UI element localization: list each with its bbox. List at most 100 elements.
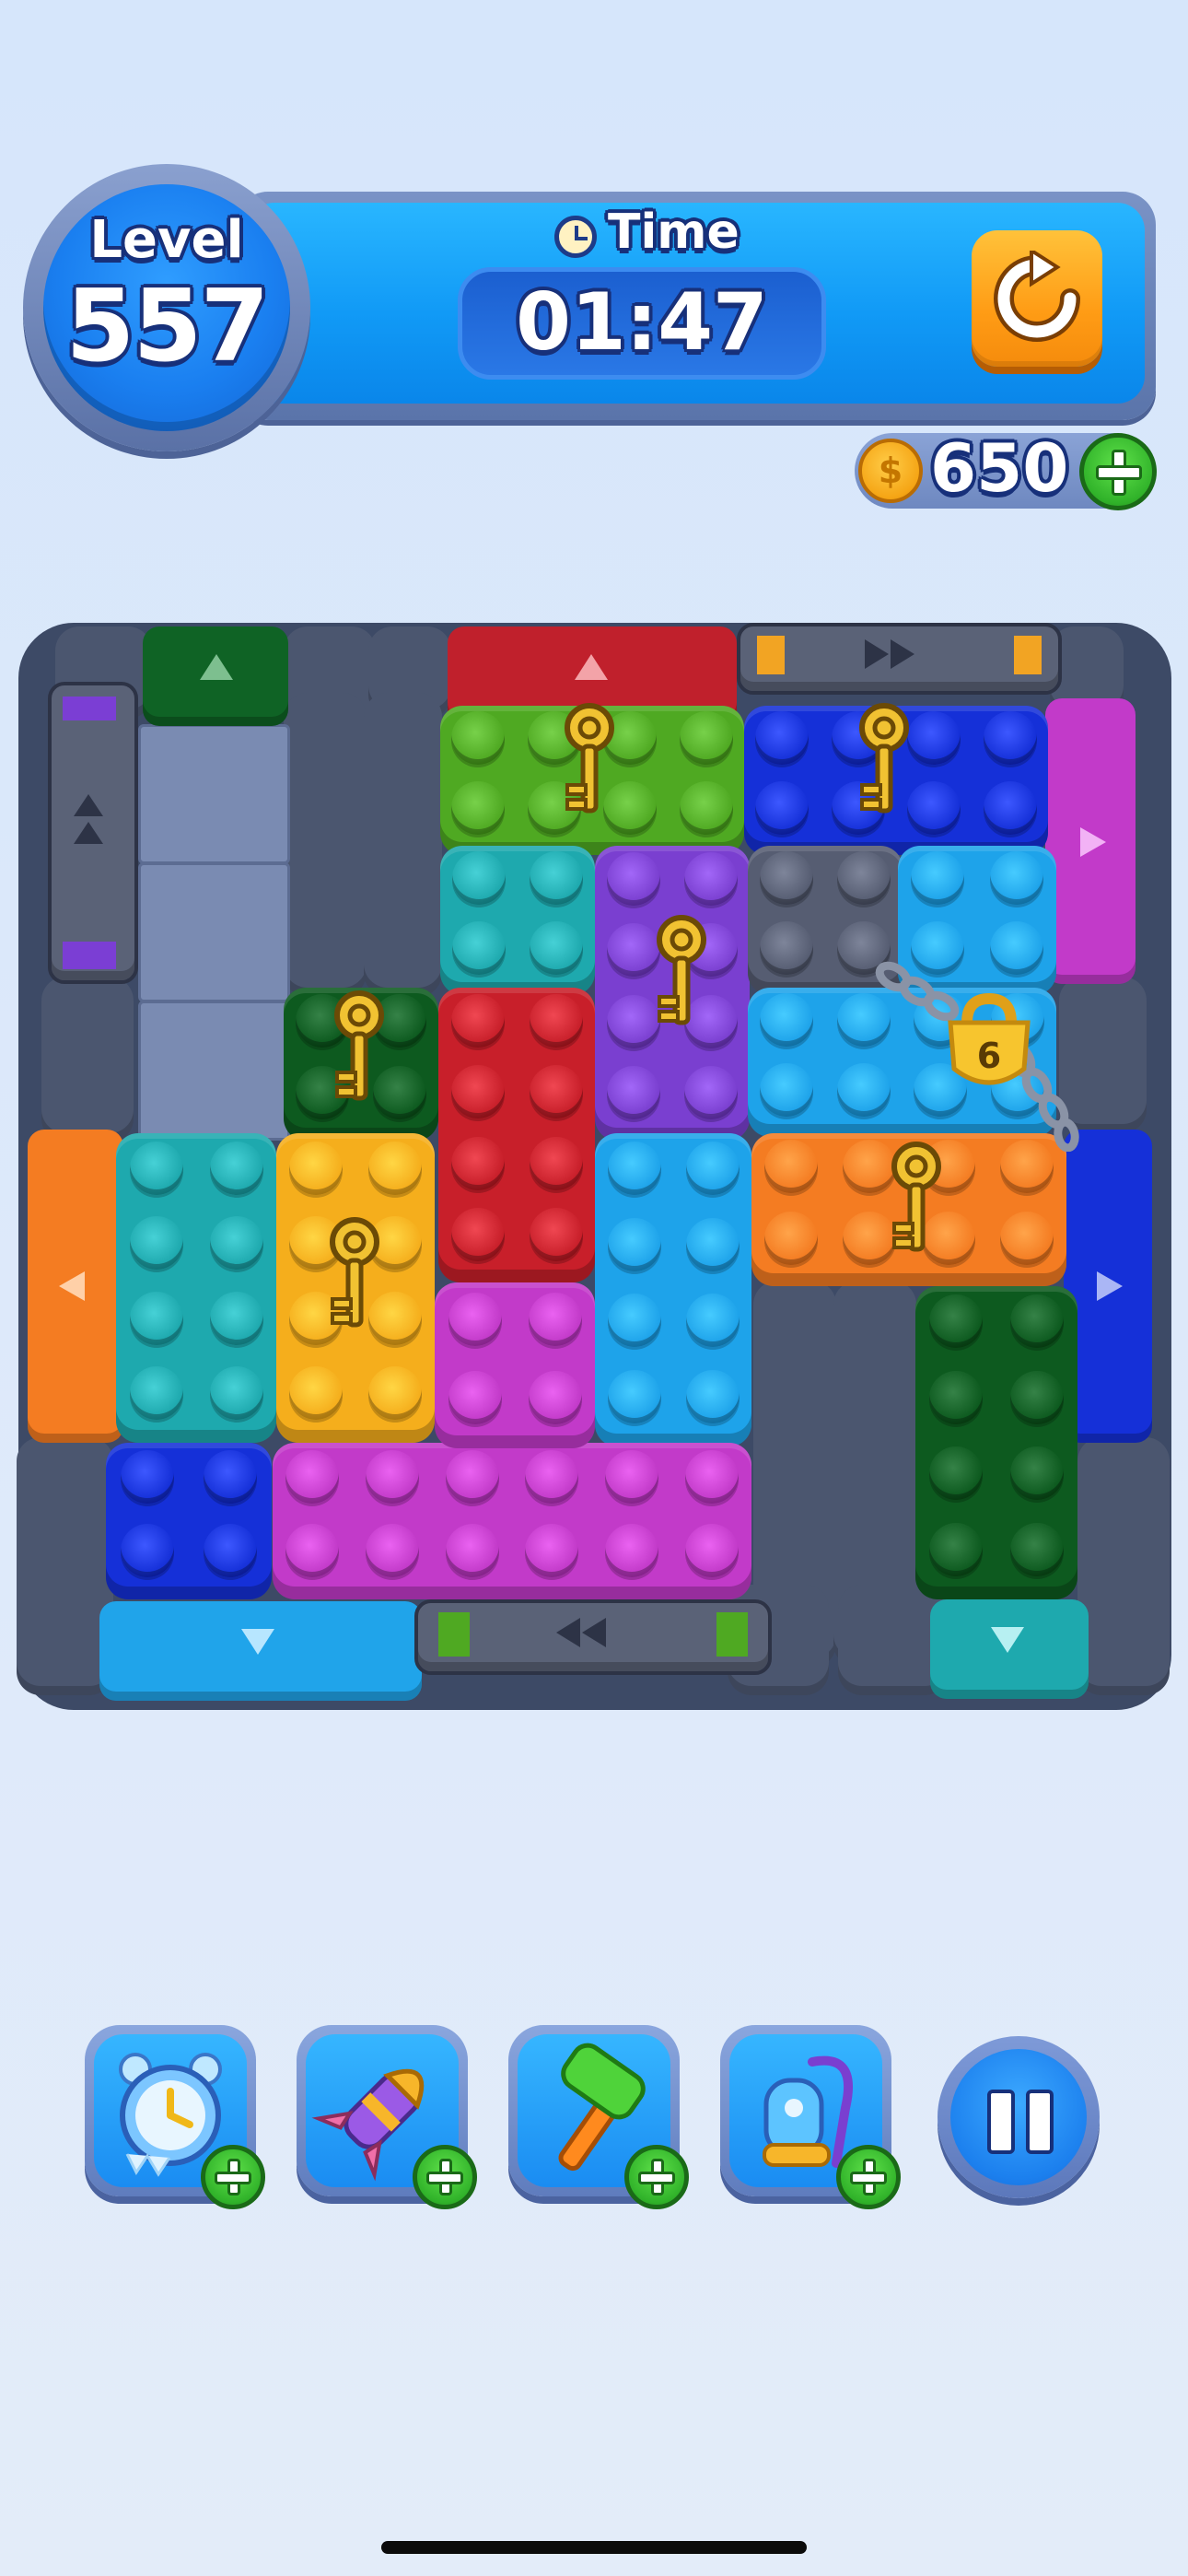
brick-stud xyxy=(929,1446,983,1501)
arrow-down-icon xyxy=(241,1629,274,1655)
brick-stud xyxy=(445,1524,499,1577)
brick-stud xyxy=(285,1450,340,1504)
brick-stud xyxy=(528,1370,582,1424)
key-icon xyxy=(334,990,384,1101)
magenta-brick-stem[interactable] xyxy=(435,1282,595,1448)
brick-stud xyxy=(607,1142,661,1196)
booster-add-button[interactable] xyxy=(413,2145,477,2209)
restart-button[interactable] xyxy=(972,230,1102,367)
brick-stud xyxy=(607,1066,660,1120)
brick-stud xyxy=(529,1208,583,1262)
brick-stud xyxy=(129,1291,183,1345)
rocket-booster[interactable] xyxy=(297,2025,477,2209)
brick-stud xyxy=(607,1217,661,1271)
brick-stud xyxy=(204,1524,257,1577)
dark-green-brick-tall[interactable] xyxy=(915,1286,1077,1599)
magenta-brick-bottom[interactable] xyxy=(273,1443,751,1599)
brick-stud xyxy=(209,1366,263,1421)
lock-count: 6 xyxy=(976,1036,1002,1076)
gate-marker xyxy=(438,1612,470,1657)
vacuum-booster[interactable] xyxy=(720,2025,901,2209)
brick-stud xyxy=(607,851,660,906)
gate-marker xyxy=(716,1612,748,1657)
conveyor-gate-bottom xyxy=(414,1599,772,1675)
coin-icon: $ xyxy=(858,439,923,503)
brick-stud xyxy=(983,781,1037,835)
timer-value: 01:47 xyxy=(516,276,768,369)
gate-marker xyxy=(1014,636,1042,674)
brick-stud xyxy=(679,781,733,835)
floor-cell xyxy=(138,1001,290,1141)
brick-stud xyxy=(607,1294,661,1348)
brick-stud xyxy=(759,993,813,1047)
red-brick[interactable] xyxy=(438,988,595,1282)
brick-stud xyxy=(450,1208,505,1262)
brick-stud xyxy=(1000,1212,1054,1265)
sky-brick-center[interactable] xyxy=(595,1133,751,1446)
gate-marker xyxy=(63,942,116,969)
key-icon xyxy=(657,915,706,1025)
royal-blue-brick-bottom[interactable] xyxy=(106,1443,272,1599)
plus-icon-bar xyxy=(215,2172,251,2184)
brick-stud xyxy=(525,1524,579,1577)
brick-stud xyxy=(204,1450,257,1504)
exit-gate-dark-green xyxy=(143,626,288,726)
brick-stud xyxy=(366,1524,419,1577)
brick-stud xyxy=(129,1366,183,1421)
booster-add-button[interactable] xyxy=(201,2145,265,2209)
brick-stud xyxy=(366,1450,419,1504)
brick-stud xyxy=(209,1141,263,1195)
level-number: 557 xyxy=(65,269,269,384)
booster-add-button[interactable] xyxy=(624,2145,689,2209)
brick-stud xyxy=(760,851,813,905)
key-icon xyxy=(330,1217,379,1328)
key-icon xyxy=(891,1142,941,1252)
brick-stud xyxy=(448,1292,502,1346)
brick-stud xyxy=(684,1450,739,1504)
teal-brick-tall[interactable] xyxy=(116,1133,276,1443)
arrow-right-icon xyxy=(1097,1271,1123,1301)
brick-stud xyxy=(452,921,506,975)
brick-stud xyxy=(368,1141,422,1195)
conveyor-gate-top xyxy=(737,623,1062,695)
plus-icon-bar xyxy=(850,2172,887,2184)
teal-brick-small[interactable] xyxy=(440,846,595,995)
level-label: Level xyxy=(89,210,244,270)
fast-rewind-icon xyxy=(556,1618,580,1647)
brick-stud xyxy=(451,781,506,835)
floor-cell xyxy=(138,862,290,1002)
key-icon xyxy=(565,703,614,814)
pause-button[interactable] xyxy=(938,2036,1100,2198)
brick-stud xyxy=(1010,1522,1064,1576)
freeze-time-booster[interactable] xyxy=(85,2025,265,2209)
brick-stud xyxy=(209,1291,263,1345)
brick-stud xyxy=(285,1524,340,1577)
booster-add-button[interactable] xyxy=(836,2145,901,2209)
brick-stud xyxy=(684,1524,739,1577)
conveyor-gate-left xyxy=(48,682,138,984)
brick-stud xyxy=(755,781,809,835)
exit-gate-teal xyxy=(930,1599,1089,1699)
fast-rewind-icon-part xyxy=(582,1618,606,1647)
wall xyxy=(364,693,442,997)
brick-stud xyxy=(121,1524,174,1577)
brick-stud xyxy=(525,1450,579,1504)
brick-stud xyxy=(448,1370,502,1424)
add-coins-button[interactable] xyxy=(1079,433,1157,510)
home-indicator xyxy=(381,2541,807,2554)
time-label: Time xyxy=(608,205,740,260)
brick-stud xyxy=(679,711,733,765)
hammer-booster[interactable] xyxy=(508,2025,689,2209)
pause-bar xyxy=(1026,2090,1054,2154)
brick-stud xyxy=(450,1136,505,1190)
fast-forward-icon-part xyxy=(891,639,914,669)
brick-stud xyxy=(452,851,506,905)
brick-stud xyxy=(528,1292,582,1346)
brick-stud xyxy=(763,1212,818,1265)
brick-stud xyxy=(121,1450,174,1504)
brick-stud xyxy=(530,851,583,905)
floor-cell xyxy=(138,724,290,864)
plus-icon-bar xyxy=(638,2172,675,2184)
brick-stud xyxy=(929,1370,983,1424)
brick-stud xyxy=(1010,1370,1064,1424)
